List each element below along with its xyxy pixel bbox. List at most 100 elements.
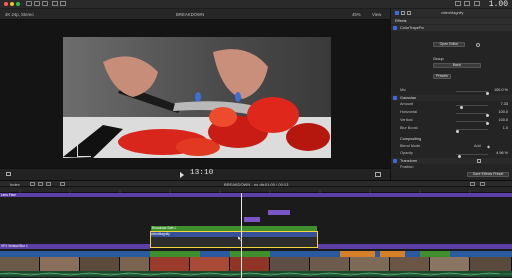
blend-mode-chevron-icon[interactable]: ◆	[487, 144, 490, 149]
export-icon[interactable]	[474, 1, 480, 6]
opacity-row[interactable]: Opacity 4.96 %	[394, 151, 510, 158]
view-options-icon[interactable]	[6, 172, 11, 176]
open-editor-label: Open Editor	[439, 42, 459, 46]
blend-mode-row[interactable]: Blend Mode Add ◆	[394, 144, 510, 151]
presets-button[interactable]: Presets	[433, 74, 451, 79]
fullscreen-icon[interactable]	[375, 172, 381, 177]
group-popup[interactable]: Basic	[433, 63, 481, 68]
vertical-slider[interactable]	[456, 121, 489, 125]
viewer-title: BREAKDOWN	[176, 12, 205, 17]
filmstrip-thumb	[270, 257, 310, 271]
clip-lens-flare[interactable]: Lens Flare	[0, 193, 512, 197]
gaussian-section[interactable]: Gaussian	[391, 95, 512, 101]
clip-purple-right[interactable]	[318, 244, 512, 249]
append-clip-icon[interactable]	[30, 182, 35, 186]
view-menu[interactable]: View	[372, 12, 381, 17]
close-window-button[interactable]	[4, 2, 8, 6]
title-clip-b[interactable]	[244, 217, 260, 222]
select-tool-icon[interactable]	[60, 182, 65, 186]
effect-row[interactable]: ColorTrapeFix	[391, 25, 512, 31]
clip-appearance-icon[interactable]	[470, 182, 475, 186]
effect-enable-checkbox[interactable]	[393, 26, 397, 30]
overwrite-clip-icon[interactable]	[46, 182, 51, 186]
opacity-label: Opacity	[400, 151, 413, 155]
photos-icon[interactable]	[34, 1, 40, 6]
title-clip-a[interactable]	[268, 210, 290, 215]
zoom-menu[interactable]: 45%	[352, 12, 361, 17]
blur-boost-slider-knob[interactable]	[456, 130, 459, 133]
import-icon[interactable]	[52, 1, 58, 6]
audio-inspector-icon[interactable]	[401, 11, 405, 15]
info-inspector-icon[interactable]	[407, 11, 411, 15]
audio-waveform	[0, 272, 512, 276]
horizontal-slider[interactable]	[456, 113, 489, 117]
horizontal-label: Horizontal	[400, 110, 418, 114]
horizontal-value[interactable]: 100.0	[498, 110, 508, 114]
library-icon[interactable]	[26, 1, 32, 6]
layout-icon[interactable]	[455, 1, 461, 6]
minimize-window-button[interactable]	[10, 2, 14, 6]
video-still-image	[63, 37, 331, 158]
audio-meters-icon[interactable]	[480, 182, 485, 186]
time-display: 1.00	[488, 0, 508, 9]
save-effects-preset-button[interactable]: Save Effects Preset	[467, 172, 509, 177]
opacity-value[interactable]: 4.96 %	[496, 151, 508, 155]
clip-vfx-vertical-blur[interactable]: VFX Vertical Blur 1	[0, 244, 150, 249]
timecode-display[interactable]: 13:10	[190, 169, 214, 177]
transform-section[interactable]: Transform	[391, 158, 512, 164]
position-row[interactable]: Position	[394, 165, 510, 172]
mix-slider[interactable]	[456, 91, 489, 95]
blur-boost-slider[interactable]	[456, 129, 488, 133]
blur-boost-row[interactable]: Blur Boost 1.0	[394, 126, 510, 133]
effect-name: ColorTrapeFix	[400, 26, 424, 30]
filmstrip-thumb	[390, 257, 430, 271]
keywords-icon[interactable]	[60, 1, 66, 6]
position-label: Position	[400, 165, 414, 169]
vertical-row[interactable]: Vertical 100.0	[394, 118, 510, 125]
horizontal-slider-knob[interactable]	[486, 114, 489, 117]
clip-label: Lens Flare	[1, 193, 17, 197]
filmstrip-thumb	[430, 257, 470, 271]
blend-mode-value[interactable]: Add	[474, 144, 481, 148]
filmstrip-thumb	[120, 257, 150, 271]
compositing-label: Compositing	[400, 137, 422, 141]
help-icon[interactable]	[476, 43, 480, 47]
horizontal-row[interactable]: Horizontal 100.0	[394, 110, 510, 117]
amount-slider-knob[interactable]	[460, 106, 463, 109]
effects-section[interactable]: Effects	[391, 18, 512, 24]
play-icon[interactable]	[180, 172, 184, 178]
blur-boost-label: Blur Boost	[400, 126, 418, 130]
amount-value[interactable]: 7.33	[501, 102, 508, 106]
clip-label: VFX Vertical Blur 1	[1, 244, 28, 248]
format-label: 4K 24p, Stereo	[5, 12, 34, 17]
titles-icon[interactable]	[42, 1, 48, 6]
primary-filmstrip[interactable]	[0, 257, 512, 271]
zoom-window-button[interactable]	[16, 2, 20, 6]
open-editor-button[interactable]: Open Editor	[433, 42, 465, 47]
amount-slider[interactable]	[456, 105, 488, 109]
opacity-slider[interactable]	[456, 154, 488, 158]
mix-row[interactable]: Mix 100.0 %	[394, 88, 510, 95]
video-inspector-icon[interactable]	[395, 11, 399, 15]
mix-value[interactable]: 100.0 %	[494, 88, 508, 92]
blur-boost-value[interactable]: 1.0	[503, 126, 508, 130]
clip-videomagnify-selected[interactable]: videoMagnify	[150, 231, 318, 248]
mix-label: Mix	[400, 88, 406, 92]
share-icon[interactable]	[464, 1, 470, 6]
insert-clip-icon[interactable]	[38, 182, 43, 186]
filmstrip-thumb	[470, 257, 512, 271]
video-frame[interactable]	[63, 37, 331, 158]
amount-row[interactable]: Amount 7.33	[394, 102, 510, 109]
transform-onscreen-icon[interactable]	[477, 159, 481, 163]
timeline[interactable]: Lens Flare Broadcast Safe L videoMagnify…	[0, 193, 512, 278]
vertical-label: Vertical	[400, 118, 413, 122]
clip-title-strip: videoMagnify	[151, 232, 317, 237]
transform-enable-checkbox[interactable]	[393, 159, 397, 163]
audio-track[interactable]	[0, 271, 512, 277]
inspector-panel: videoMagnify Effects ColorTrapeFix Open …	[390, 9, 512, 180]
vertical-value[interactable]: 100.0	[498, 118, 508, 122]
window-title-bar: 1.00	[0, 0, 512, 9]
effects-header: Effects	[395, 19, 407, 23]
gaussian-enable-checkbox[interactable]	[393, 96, 397, 100]
vertical-slider-knob[interactable]	[486, 122, 489, 125]
